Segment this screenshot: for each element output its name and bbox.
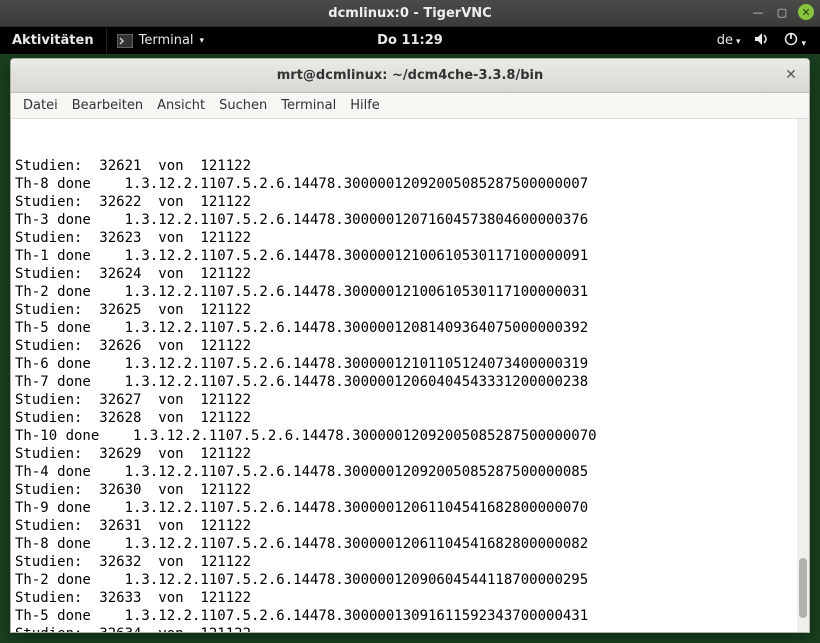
terminal-line: Studien: 32633 von 121122 <box>15 589 805 607</box>
topbar-status: de▾ ▾ <box>717 32 820 50</box>
chevron-down-icon: ▾ <box>736 37 741 47</box>
clock[interactable]: Do 11:29 <box>377 33 443 48</box>
terminal-line: Th-5 done 1.3.12.2.1107.5.2.6.14478.3000… <box>15 607 805 625</box>
menu-search[interactable]: Suchen <box>219 98 267 113</box>
terminal-line: Th-2 done 1.3.12.2.1107.5.2.6.14478.3000… <box>15 571 805 589</box>
terminal-line: Studien: 32629 von 121122 <box>15 445 805 463</box>
keyboard-layout-indicator[interactable]: de▾ <box>717 33 741 48</box>
terminal-line: Th-3 done 1.3.12.2.1107.5.2.6.14478.3000… <box>15 211 805 229</box>
maximize-icon[interactable]: ▢ <box>774 4 790 20</box>
terminal-line: Th-8 done 1.3.12.2.1107.5.2.6.14478.3000… <box>15 175 805 193</box>
terminal-line: Th-8 done 1.3.12.2.1107.5.2.6.14478.3000… <box>15 535 805 553</box>
menu-edit[interactable]: Bearbeiten <box>72 98 143 113</box>
terminal-line: Th-9 done 1.3.12.2.1107.5.2.6.14478.3000… <box>15 499 805 517</box>
terminal-line: Studien: 32631 von 121122 <box>15 517 805 535</box>
terminal-window: mrt@dcmlinux: ~/dcm4che-3.3.8/bin ✕ Date… <box>10 58 810 633</box>
terminal-line: Th-1 done 1.3.12.2.1107.5.2.6.14478.3000… <box>15 247 805 265</box>
terminal-line: Studien: 32621 von 121122 <box>15 157 805 175</box>
terminal-title: mrt@dcmlinux: ~/dcm4che-3.3.8/bin <box>277 68 543 83</box>
terminal-app-icon <box>117 34 133 48</box>
terminal-line: Studien: 32624 von 121122 <box>15 265 805 283</box>
terminal-line: Studien: 32626 von 121122 <box>15 337 805 355</box>
terminal-line: Th-5 done 1.3.12.2.1107.5.2.6.14478.3000… <box>15 319 805 337</box>
terminal-line: Th-7 done 1.3.12.2.1107.5.2.6.14478.3000… <box>15 373 805 391</box>
menu-help[interactable]: Hilfe <box>350 98 380 113</box>
terminal-line: Th-4 done 1.3.12.2.1107.5.2.6.14478.3000… <box>15 463 805 481</box>
terminal-line: Th-10 done 1.3.12.2.1107.5.2.6.14478.300… <box>15 427 805 445</box>
terminal-line: Studien: 32634 von 121122 <box>15 625 805 632</box>
menu-view[interactable]: Ansicht <box>157 98 205 113</box>
clock-label: Do 11:29 <box>377 33 443 48</box>
terminal-output: Studien: 32621 von 121122Th-8 done 1.3.1… <box>15 157 805 632</box>
volume-icon[interactable] <box>754 32 770 50</box>
menu-terminal[interactable]: Terminal <box>281 98 336 113</box>
vnc-titlebar: dcmlinux:0 - TigerVNC — ▢ ✕ <box>0 0 820 27</box>
chevron-down-icon: ▾ <box>801 39 806 49</box>
scrollbar-thumb[interactable] <box>799 558 807 618</box>
terminal-body[interactable]: Studien: 32621 von 121122Th-8 done 1.3.1… <box>11 119 809 632</box>
chevron-down-icon: ▾ <box>200 36 205 46</box>
terminal-line: Studien: 32628 von 121122 <box>15 409 805 427</box>
terminal-line: Studien: 32625 von 121122 <box>15 301 805 319</box>
keyboard-layout-label: de <box>717 33 733 48</box>
terminal-line: Th-6 done 1.3.12.2.1107.5.2.6.14478.3000… <box>15 355 805 373</box>
menu-file[interactable]: Datei <box>23 98 58 113</box>
terminal-titlebar: mrt@dcmlinux: ~/dcm4che-3.3.8/bin ✕ <box>11 59 809 93</box>
activities-button[interactable]: Aktivitäten <box>0 27 107 54</box>
terminal-line: Studien: 32632 von 121122 <box>15 553 805 571</box>
vnc-window-controls: — ▢ ✕ <box>750 4 814 20</box>
terminal-menubar: Datei Bearbeiten Ansicht Suchen Terminal… <box>11 93 809 119</box>
power-icon[interactable]: ▾ <box>784 32 806 50</box>
vnc-title: dcmlinux:0 - TigerVNC <box>328 6 491 21</box>
terminal-line: Studien: 32622 von 121122 <box>15 193 805 211</box>
close-icon[interactable]: ✕ <box>798 4 814 20</box>
close-icon[interactable]: ✕ <box>783 67 799 83</box>
minimize-icon[interactable]: — <box>750 4 766 20</box>
terminal-line: Studien: 32627 von 121122 <box>15 391 805 409</box>
activities-label: Aktivitäten <box>12 33 94 48</box>
terminal-line: Th-2 done 1.3.12.2.1107.5.2.6.14478.3000… <box>15 283 805 301</box>
app-menu-label: Terminal <box>139 33 194 48</box>
gnome-topbar: Aktivitäten Terminal ▾ Do 11:29 de▾ ▾ <box>0 27 820 54</box>
terminal-scrollbar[interactable] <box>797 119 809 632</box>
terminal-line: Studien: 32623 von 121122 <box>15 229 805 247</box>
terminal-line: Studien: 32630 von 121122 <box>15 481 805 499</box>
app-menu[interactable]: Terminal ▾ <box>107 27 214 54</box>
